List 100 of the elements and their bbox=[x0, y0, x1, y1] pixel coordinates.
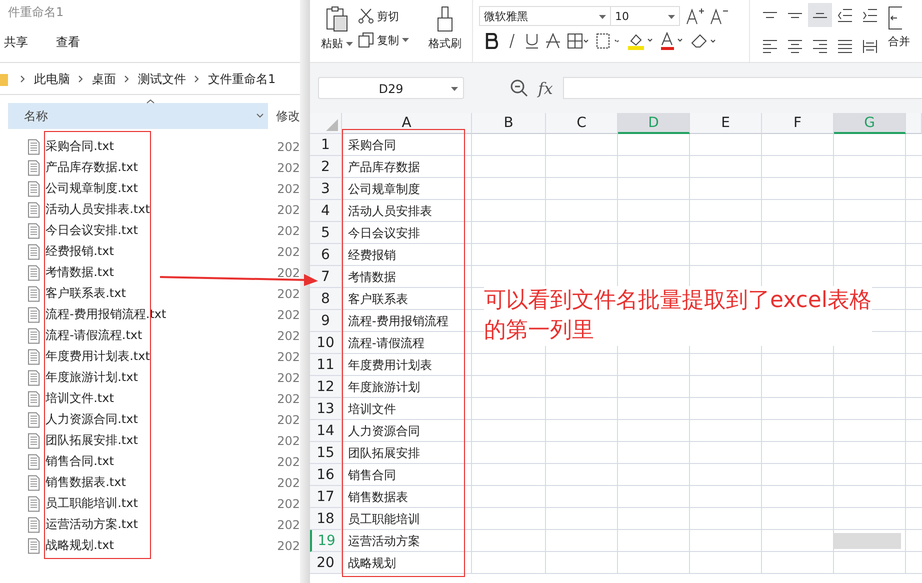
cell-selection bbox=[834, 533, 901, 549]
file-name[interactable]: 员工职能培训.txt bbox=[46, 495, 278, 512]
file-name[interactable]: 团队拓展安排.txt bbox=[46, 432, 278, 449]
row-header[interactable]: 4 bbox=[310, 200, 342, 222]
file-name[interactable]: 今日会议安排.txt bbox=[46, 222, 278, 239]
text-file-icon bbox=[28, 328, 40, 344]
row-header[interactable]: 5 bbox=[310, 222, 342, 244]
strikethrough-icon[interactable] bbox=[546, 33, 560, 49]
file-date: 202 bbox=[277, 286, 300, 300]
zoom-icon[interactable] bbox=[510, 79, 528, 97]
row-header[interactable]: 20 bbox=[310, 552, 342, 574]
table-cell: 经费报销 bbox=[342, 244, 472, 266]
text-file-icon bbox=[28, 306, 40, 322]
fill-color-icon[interactable] bbox=[627, 32, 653, 50]
file-name[interactable]: 采购合同.txt bbox=[46, 138, 278, 155]
merge-button[interactable]: 合并 bbox=[882, 0, 916, 62]
brush-icon bbox=[436, 6, 454, 32]
file-date: 202 bbox=[277, 454, 300, 468]
dropdown-icon[interactable] bbox=[256, 113, 264, 118]
row-header[interactable]: 2 bbox=[310, 156, 342, 178]
paste-button[interactable]: 粘贴 bbox=[316, 0, 358, 62]
table-cell: 运营活动方案 bbox=[342, 530, 472, 552]
chevron-icon bbox=[194, 75, 200, 83]
table-cell: 产品库存数据 bbox=[342, 156, 472, 178]
breadcrumb-item[interactable]: 桌面 bbox=[92, 70, 116, 88]
column-header[interactable]: A bbox=[342, 113, 472, 134]
copy-button[interactable]: 复制 bbox=[358, 32, 424, 48]
row-header[interactable]: 17 bbox=[310, 486, 342, 508]
file-name[interactable]: 年度旅游计划.txt bbox=[46, 369, 278, 386]
file-name[interactable]: 产品库存数据.txt bbox=[46, 159, 278, 176]
row-header[interactable]: 11 bbox=[310, 354, 342, 376]
function-button[interactable]: fx bbox=[538, 78, 553, 98]
row-header[interactable]: 16 bbox=[310, 464, 342, 486]
file-name[interactable]: 运营活动方案.txt bbox=[46, 516, 278, 533]
eraser-icon[interactable] bbox=[691, 33, 717, 49]
file-name[interactable]: 人力资源合同.txt bbox=[46, 411, 278, 428]
file-name[interactable]: 销售合同.txt bbox=[46, 453, 278, 470]
ribbon-tab[interactable]: 共享 bbox=[4, 34, 28, 50]
file-date: 202 bbox=[277, 412, 300, 426]
text-file-icon bbox=[28, 138, 40, 154]
row-header[interactable]: 10 bbox=[310, 332, 342, 354]
increase-font-icon[interactable] bbox=[686, 7, 704, 25]
column-header[interactable]: 修改 bbox=[276, 108, 300, 124]
top-align-icon bbox=[763, 12, 777, 18]
outdent-align-icon bbox=[838, 8, 852, 22]
font-color-icon[interactable] bbox=[660, 32, 684, 50]
column-header[interactable]: B bbox=[472, 113, 546, 134]
file-name[interactable]: 流程-请假流程.txt bbox=[46, 327, 278, 344]
breadcrumb-item[interactable]: 文件重命名1 bbox=[208, 70, 276, 88]
file-name[interactable]: 销售数据表.txt bbox=[46, 474, 278, 491]
chevron-icon bbox=[78, 75, 84, 83]
decrease-font-icon[interactable] bbox=[710, 7, 728, 25]
row-header[interactable]: 15 bbox=[310, 442, 342, 464]
bold-icon[interactable] bbox=[485, 33, 499, 49]
breadcrumb-item[interactable]: 测试文件 bbox=[138, 70, 186, 88]
caret-icon bbox=[668, 15, 675, 19]
file-date: 202 bbox=[277, 224, 300, 238]
table-cell: 公司规章制度 bbox=[342, 178, 472, 200]
font-size-dropdown[interactable]: 10 bbox=[610, 6, 680, 26]
name-box[interactable]: D29 bbox=[318, 77, 464, 99]
breadcrumb-item[interactable]: 此电脑 bbox=[34, 70, 70, 88]
file-name[interactable]: 战略规划.txt bbox=[46, 537, 278, 554]
row-header[interactable]: 9 bbox=[310, 310, 342, 332]
table-cell: 销售数据表 bbox=[342, 486, 472, 508]
formula-field[interactable] bbox=[562, 77, 922, 99]
file-name[interactable]: 公司规章制度.txt bbox=[46, 180, 278, 197]
table-cell: 今日会议安排 bbox=[342, 222, 472, 244]
text-file-icon bbox=[28, 496, 40, 512]
row-header[interactable]: 6 bbox=[310, 244, 342, 266]
table-cell: 流程-费用报销流程 bbox=[342, 310, 472, 332]
font-dropdown[interactable]: 微软雅黑 bbox=[479, 6, 611, 26]
row-header[interactable]: 12 bbox=[310, 376, 342, 398]
caret-icon bbox=[451, 87, 458, 91]
row-header[interactable]: 7 bbox=[310, 266, 342, 288]
align-button[interactable] bbox=[808, 3, 832, 27]
cut-button[interactable]: 剪切 bbox=[358, 8, 424, 24]
cell-style-icon[interactable] bbox=[596, 33, 620, 49]
row-header[interactable]: 3 bbox=[310, 178, 342, 200]
format-painter-button[interactable]: 格式刷 bbox=[424, 0, 466, 62]
row-header[interactable]: 1 bbox=[310, 134, 342, 156]
borders-icon[interactable] bbox=[567, 33, 589, 49]
table-cell: 年度旅游计划 bbox=[342, 376, 472, 398]
file-name[interactable]: 培训文件.txt bbox=[46, 390, 278, 407]
underline-icon[interactable] bbox=[525, 33, 539, 49]
file-name[interactable]: 年度费用计划表.txt bbox=[46, 348, 278, 365]
clipboard-icon bbox=[326, 6, 348, 32]
column-header[interactable]: E bbox=[690, 113, 762, 134]
row-header[interactable]: 8 bbox=[310, 288, 342, 310]
table-cell: 销售合同 bbox=[342, 464, 472, 486]
file-name[interactable]: 活动人员安排表.txt bbox=[46, 201, 278, 218]
file-name[interactable]: 经费报销.txt bbox=[46, 243, 278, 260]
ribbon-tab[interactable]: 查看 bbox=[56, 34, 80, 50]
row-header[interactable]: 14 bbox=[310, 420, 342, 442]
file-name[interactable]: 客户联系表.txt bbox=[46, 285, 278, 302]
text-file-icon bbox=[28, 222, 40, 238]
file-name[interactable]: 考情数据.txt bbox=[46, 264, 278, 281]
row-header[interactable]: 13 bbox=[310, 398, 342, 420]
scissors-icon bbox=[358, 8, 374, 24]
row-header[interactable]: 18 bbox=[310, 508, 342, 530]
file-date: 202 bbox=[277, 538, 300, 552]
